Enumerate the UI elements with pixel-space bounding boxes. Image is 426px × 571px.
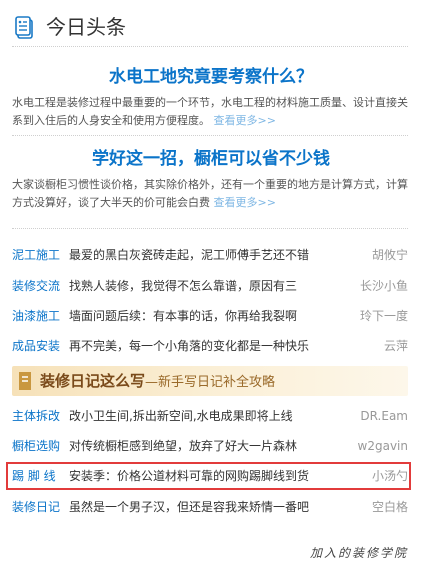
- divider: [12, 135, 408, 136]
- author-name[interactable]: 小汤勺: [367, 465, 408, 487]
- author-name[interactable]: 玲下一度: [355, 305, 408, 327]
- banner-subtitle: —新手写日记补全攻略: [145, 375, 276, 390]
- feature-desc-text: 大家谈橱柜习惯性谈价格，其实除价格外，还有一个重要的地方是计算方式，计算方式没算…: [12, 178, 408, 209]
- feature-article-1[interactable]: 水电工地究竟要考察什么？ 水电工程是装修过程中最重要的一个环节，水电工程的材料施…: [12, 66, 410, 130]
- feature-title[interactable]: 水电工地究竟要考察什么？: [12, 66, 410, 88]
- category-link[interactable]: 油漆施工: [12, 305, 69, 327]
- category-link[interactable]: 成品安装: [12, 335, 69, 357]
- author-name[interactable]: 胡攸宁: [367, 244, 408, 266]
- see-more-link[interactable]: 查看更多>>: [214, 114, 276, 127]
- article-title-link[interactable]: 墙面问题后续：有本事的话，你再给我裂啊: [69, 309, 297, 323]
- feature-description: 大家谈橱柜习惯性谈价格，其实除价格外，还有一个重要的地方是计算方式，计算方式没算…: [12, 176, 410, 212]
- article-title-link[interactable]: 虽然是一个男子汉，但还是容我来矫情一番吧: [69, 500, 309, 514]
- article-title-link[interactable]: 改小卫生间,拆出新空间,水电成果即将上线: [69, 409, 293, 423]
- article-title-link[interactable]: 对传统橱柜感到绝望，放弃了好大一片森林: [69, 439, 297, 453]
- list-item[interactable]: 成品安装 再不完美，每一个小角落的变化都是一种快乐 云萍: [12, 335, 408, 357]
- author-name[interactable]: 云萍: [379, 335, 408, 357]
- list-item[interactable]: 装修日记 虽然是一个男子汉，但还是容我来矫情一番吧 空白格: [12, 496, 408, 518]
- divider: [12, 228, 408, 229]
- section-header: 今日头条: [12, 14, 408, 46]
- diary-guide-banner[interactable]: 装修日记这么写—新手写日记补全攻略: [12, 366, 408, 396]
- category-link[interactable]: 橱柜选购: [12, 435, 69, 457]
- list-item[interactable]: 橱柜选购 对传统橱柜感到绝望，放弃了好大一片森林 w2gavin: [12, 435, 408, 457]
- author-name[interactable]: 长沙小鱼: [355, 275, 408, 297]
- category-link[interactable]: 主体拆改: [12, 405, 69, 427]
- footer-watermark: 加入的装修学院: [309, 546, 408, 560]
- list-item[interactable]: 主体拆改 改小卫生间,拆出新空间,水电成果即将上线 DR.Eam: [12, 405, 408, 427]
- feature-description: 水电工程是装修过程中最重要的一个环节，水电工程的材料施工质量、设计直接关系到入住…: [12, 94, 410, 130]
- category-link[interactable]: 装修交流: [12, 275, 69, 297]
- newspaper-icon: [15, 16, 33, 39]
- category-link[interactable]: 泥工施工: [12, 244, 69, 266]
- see-more-link[interactable]: 查看更多>>: [214, 196, 276, 209]
- list-item[interactable]: 踢 脚 线安装季：价格公道材料可靠的网购踢脚线到货 小汤勺: [12, 465, 408, 487]
- feature-article-2[interactable]: 学好这一招，橱柜可以省不少钱 大家谈橱柜习惯性谈价格，其实除价格外，还有一个重要…: [12, 148, 410, 212]
- feature-title[interactable]: 学好这一招，橱柜可以省不少钱: [12, 148, 410, 170]
- category-link[interactable]: 装修日记: [12, 496, 69, 518]
- banner-title-text: 装修日记这么写: [40, 372, 146, 390]
- banner-title: 装修日记这么写—新手写日记补全攻略: [40, 366, 275, 398]
- article-title-link[interactable]: 找熟人装修，我觉得不怎么靠谱，原因有三: [69, 279, 297, 293]
- list-item[interactable]: 泥工施工 最爱的黑白灰瓷砖走起，泥工师傅手艺还不错 胡攸宁: [12, 244, 408, 266]
- category-link[interactable]: 踢 脚 线: [12, 465, 69, 487]
- feature-desc-text: 水电工程是装修过程中最重要的一个环节，水电工程的材料施工质量、设计直接关系到入住…: [12, 96, 408, 127]
- list-item[interactable]: 装修交流 找熟人装修，我觉得不怎么靠谱，原因有三 长沙小鱼: [12, 275, 408, 297]
- header-divider: [12, 46, 408, 47]
- list-item[interactable]: 油漆施工 墙面问题后续：有本事的话，你再给我裂啊 玲下一度: [12, 305, 408, 327]
- author-name[interactable]: 空白格: [367, 496, 408, 518]
- article-title-link[interactable]: 安装季：价格公道材料可靠的网购踢脚线到货: [69, 469, 309, 483]
- article-title-link[interactable]: 最爱的黑白灰瓷砖走起，泥工师傅手艺还不错: [69, 248, 309, 262]
- section-title: 今日头条: [46, 15, 126, 39]
- banner-bookmark-icon: [19, 372, 31, 390]
- author-name[interactable]: w2gavin: [353, 435, 408, 457]
- article-title-link[interactable]: 再不完美，每一个小角落的变化都是一种快乐: [69, 339, 309, 353]
- author-name[interactable]: DR.Eam: [356, 405, 408, 427]
